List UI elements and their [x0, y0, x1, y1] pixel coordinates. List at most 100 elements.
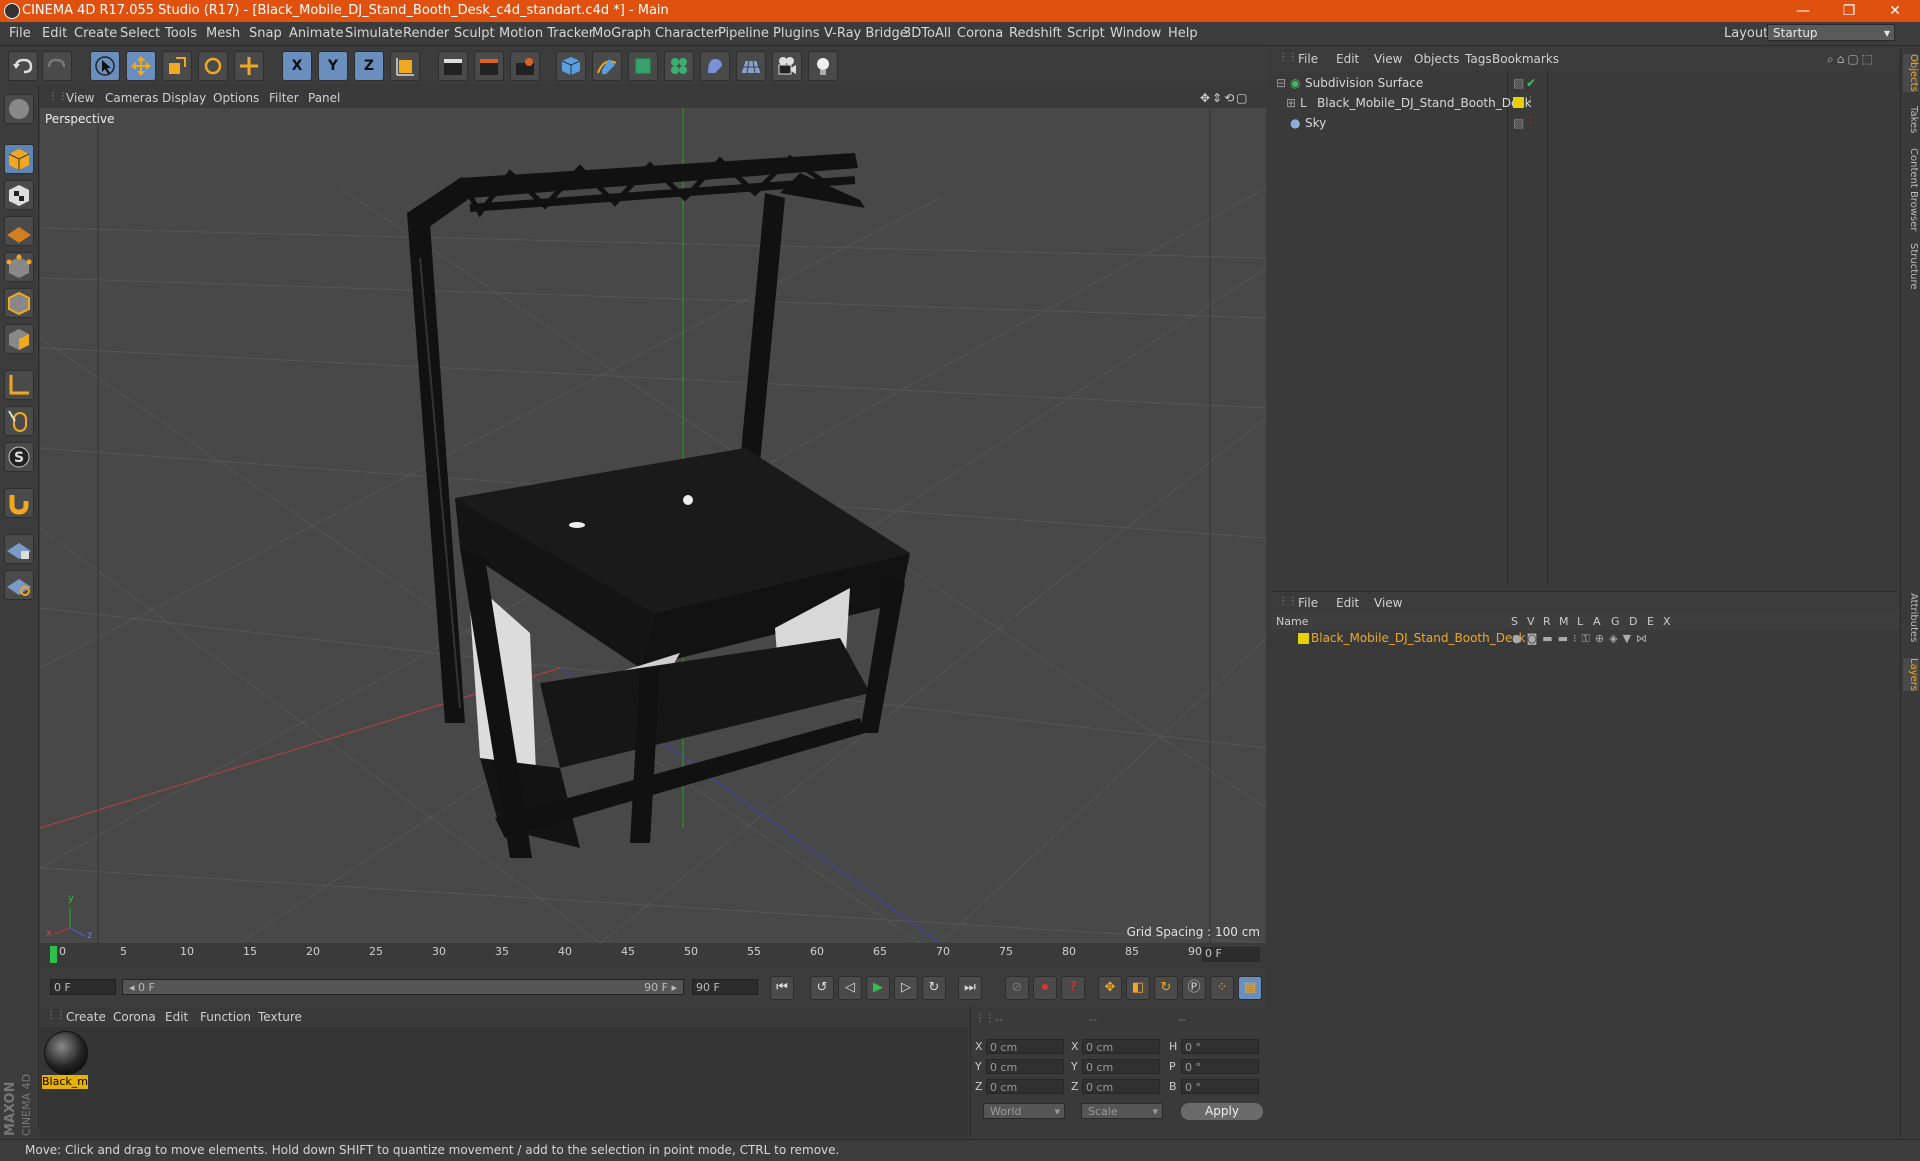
menu-tools[interactable]: Tools	[165, 26, 197, 41]
menu-edit[interactable]: Edit	[42, 26, 67, 41]
add-mograph-button[interactable]	[664, 51, 694, 81]
layers-menu-view[interactable]: View	[1374, 596, 1402, 610]
tab-layers[interactable]: Layers	[1903, 658, 1919, 692]
layer-tag-icon[interactable]: ▧	[1513, 116, 1524, 130]
go-to-start-button[interactable]: ⏮	[770, 976, 794, 1000]
column-solo[interactable]: S	[1511, 615, 1518, 628]
pos-x-field[interactable]: 0 cm	[986, 1039, 1064, 1054]
menu-pipeline[interactable]: Pipeline	[718, 26, 769, 41]
size-y-field[interactable]: 0 cm	[1082, 1059, 1160, 1074]
tab-structure[interactable]: Structure	[1903, 243, 1919, 290]
pos-z-field[interactable]: 0 cm	[986, 1079, 1064, 1094]
menu-select[interactable]: Select	[120, 26, 160, 41]
menu-file[interactable]: File	[9, 26, 31, 41]
layer-tag-icon[interactable]: ▧	[1513, 76, 1524, 90]
edges-mode-button[interactable]	[4, 288, 34, 318]
timeline-ruler[interactable]: 0 5 10 15 20 25 30 35 40 45 50 55 60 65 …	[40, 943, 1266, 966]
column-view[interactable]: V	[1527, 615, 1535, 628]
undo-button[interactable]	[8, 51, 38, 81]
objects-menu-file[interactable]: File	[1298, 52, 1318, 66]
object-row-subdivision-surface[interactable]: ⊟ ◉ Subdivision Surface ▧ ✔	[1272, 74, 1898, 93]
frame-range-slider[interactable]: ◂ 0 F 90 F ▸	[122, 979, 684, 995]
go-to-previous-key-button[interactable]: ↺	[810, 976, 834, 1000]
menu-mograph[interactable]: MoGraph	[592, 26, 651, 41]
column-deformers[interactable]: D	[1629, 615, 1637, 628]
lock-workplane-button[interactable]	[4, 534, 34, 564]
collapse-icon[interactable]: ⊟	[1276, 76, 1286, 90]
render-to-picture-viewer-button[interactable]	[474, 51, 504, 81]
record-pla-button[interactable]: ⁘	[1210, 976, 1234, 1000]
material-menu-corona[interactable]: Corona	[113, 1010, 156, 1024]
menu-script[interactable]: Script	[1067, 26, 1105, 41]
viewport-menu-display[interactable]: Display	[162, 91, 206, 105]
menu-corona[interactable]: Corona	[957, 26, 1003, 41]
menu-simulate[interactable]: Simulate	[345, 26, 402, 41]
workplane-align-button[interactable]	[4, 570, 34, 600]
material-name[interactable]: Black_m	[42, 1075, 88, 1089]
enabled-check-icon[interactable]: ✔	[1526, 76, 1536, 90]
points-mode-button[interactable]	[4, 252, 34, 282]
object-row-dj-booth[interactable]: ⊞ L͏ Black_Mobile_DJ_Stand_Booth_Desk ⁚	[1272, 94, 1898, 113]
add-camera-button[interactable]	[772, 51, 802, 81]
menu-character[interactable]: Character	[655, 26, 719, 41]
render-settings-button[interactable]	[510, 51, 540, 81]
objects-menu-bookmarks[interactable]: Bookmarks	[1492, 52, 1559, 66]
record-rotation-button[interactable]: ↻	[1154, 976, 1178, 1000]
rot-h-field[interactable]: 0 °	[1181, 1039, 1259, 1054]
workplane-mode-button[interactable]	[4, 216, 34, 246]
column-expressions[interactable]: E	[1647, 615, 1654, 628]
timeline-window-button[interactable]: ▤	[1238, 976, 1262, 1000]
column-manager[interactable]: M	[1559, 615, 1569, 628]
viewport-menu-options[interactable]: Options	[213, 91, 259, 105]
material-menu-texture[interactable]: Texture	[258, 1010, 302, 1024]
layer-color-swatch[interactable]	[1298, 633, 1309, 644]
column-locked[interactable]: L	[1577, 615, 1583, 628]
move-tool-button[interactable]	[126, 51, 156, 81]
material-swatch[interactable]	[44, 1031, 88, 1075]
coordinate-system-button[interactable]	[390, 51, 420, 81]
menu-sculpt[interactable]: Sculpt	[454, 26, 495, 41]
recent-tool-button[interactable]	[234, 51, 264, 81]
snap-button[interactable]: S	[4, 442, 34, 472]
coordinate-mode-dropdown[interactable]: Scale ▾	[1081, 1103, 1163, 1119]
menu-3dtoall[interactable]: 3DToAll	[903, 26, 951, 41]
play-button[interactable]: ▶	[866, 976, 890, 1000]
go-to-next-key-button[interactable]: ↻	[922, 976, 946, 1000]
start-frame-field[interactable]: 0 F	[50, 979, 116, 995]
restore-button[interactable]: ❐	[1826, 0, 1872, 22]
size-x-field[interactable]: 0 cm	[1082, 1039, 1160, 1054]
tab-attributes[interactable]: Attributes	[1903, 593, 1919, 642]
apply-button[interactable]: Apply	[1181, 1103, 1263, 1120]
live-selection-button[interactable]	[90, 51, 120, 81]
menu-help[interactable]: Help	[1168, 26, 1198, 41]
add-light-button[interactable]	[808, 51, 838, 81]
tab-takes[interactable]: Takes	[1903, 106, 1919, 133]
tab-content-browser[interactable]: Content Browser	[1903, 148, 1919, 231]
column-render[interactable]: R	[1543, 615, 1551, 628]
texture-mode-button[interactable]	[4, 180, 34, 210]
material-menu-create[interactable]: Create	[66, 1010, 106, 1024]
layer-toggle-icons[interactable]: ●◙▬▬⁝⚿⊕◈▼⋈	[1512, 632, 1652, 646]
minimize-button[interactable]: —	[1780, 0, 1826, 22]
x-axis-lock-button[interactable]: X	[282, 51, 312, 81]
menu-window[interactable]: Window	[1110, 26, 1161, 41]
add-nurbs-button[interactable]	[628, 51, 658, 81]
column-generators[interactable]: G	[1611, 615, 1620, 628]
rotate-tool-button[interactable]	[198, 51, 228, 81]
viewport-menu-panel[interactable]: Panel	[308, 91, 340, 105]
coordinate-space-dropdown[interactable]: World ▾	[983, 1103, 1065, 1119]
record-position-button[interactable]: ✥	[1098, 976, 1122, 1000]
record-parameter-button[interactable]: Ⓟ	[1182, 976, 1206, 1000]
go-to-end-button[interactable]: ⏭	[958, 976, 982, 1000]
objects-menu-edit[interactable]: Edit	[1336, 52, 1359, 66]
z-axis-lock-button[interactable]: Z	[354, 51, 384, 81]
viewport-menu-view[interactable]: View	[66, 91, 94, 105]
objects-menu-view[interactable]: View	[1374, 52, 1402, 66]
layer-row[interactable]: Black_Mobile_DJ_Stand_Booth_Desk ●◙▬▬⁝⚿⊕…	[1272, 630, 1898, 649]
objects-menu-tags[interactable]: Tags	[1465, 52, 1492, 66]
menu-motion-tracker[interactable]: Motion Tracker	[499, 26, 594, 41]
end-frame-field[interactable]: 90 F	[692, 979, 758, 995]
next-frame-button[interactable]: ▷	[894, 976, 918, 1000]
object-manager-nav-icons[interactable]: ⌕⌂▢⬚	[1827, 52, 1876, 67]
viewport-navigation-icons[interactable]: ✥⇕⟲▢	[1200, 91, 1250, 105]
